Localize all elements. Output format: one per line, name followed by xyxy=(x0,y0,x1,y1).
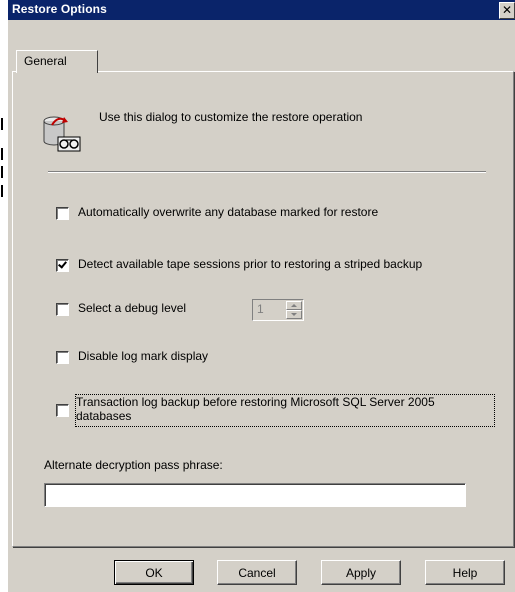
spin-down-icon[interactable] xyxy=(286,310,302,319)
title-bar: Restore Options ✕ xyxy=(8,0,515,20)
close-button[interactable]: ✕ xyxy=(499,2,515,19)
intro-text: Use this dialog to customize the restore… xyxy=(99,110,363,124)
detect-tape-sessions-checkbox[interactable] xyxy=(56,259,69,272)
spin-up-icon[interactable] xyxy=(286,301,302,310)
disable-log-mark-label: Disable log mark display xyxy=(78,349,209,363)
apply-button[interactable]: Apply xyxy=(321,560,401,585)
transaction-log-backup-label: Transaction log backup before restoring … xyxy=(75,394,495,427)
close-icon: ✕ xyxy=(501,3,513,17)
debug-level-checkbox[interactable] xyxy=(56,303,69,316)
ok-button[interactable]: OK xyxy=(114,560,194,585)
cancel-button[interactable]: Cancel xyxy=(217,560,297,585)
background-window-edge xyxy=(0,0,8,592)
passphrase-label: Alternate decryption pass phrase: xyxy=(44,458,223,472)
database-restore-icon xyxy=(43,116,81,152)
help-button[interactable]: Help xyxy=(425,560,505,585)
detect-tape-sessions-label: Detect available tape sessions prior to … xyxy=(78,257,423,271)
tab-general-label: General xyxy=(24,54,67,68)
overwrite-database-checkbox[interactable] xyxy=(56,207,69,220)
debug-level-value: 1 xyxy=(257,302,264,316)
disable-log-mark-checkbox[interactable] xyxy=(56,351,69,364)
debug-level-label: Select a debug level xyxy=(78,301,187,315)
tab-general[interactable]: General xyxy=(16,50,98,73)
overwrite-database-label: Automatically overwrite any database mar… xyxy=(78,205,379,219)
separator xyxy=(48,171,486,173)
debug-level-spinner[interactable]: 1 xyxy=(252,299,304,321)
transaction-log-backup-label-line2: databases xyxy=(76,409,132,423)
window-title: Restore Options xyxy=(12,2,107,16)
passphrase-input[interactable] xyxy=(44,483,466,507)
transaction-log-backup-checkbox[interactable] xyxy=(56,404,69,417)
transaction-log-backup-label-line1: Transaction log backup before restoring … xyxy=(76,395,435,409)
